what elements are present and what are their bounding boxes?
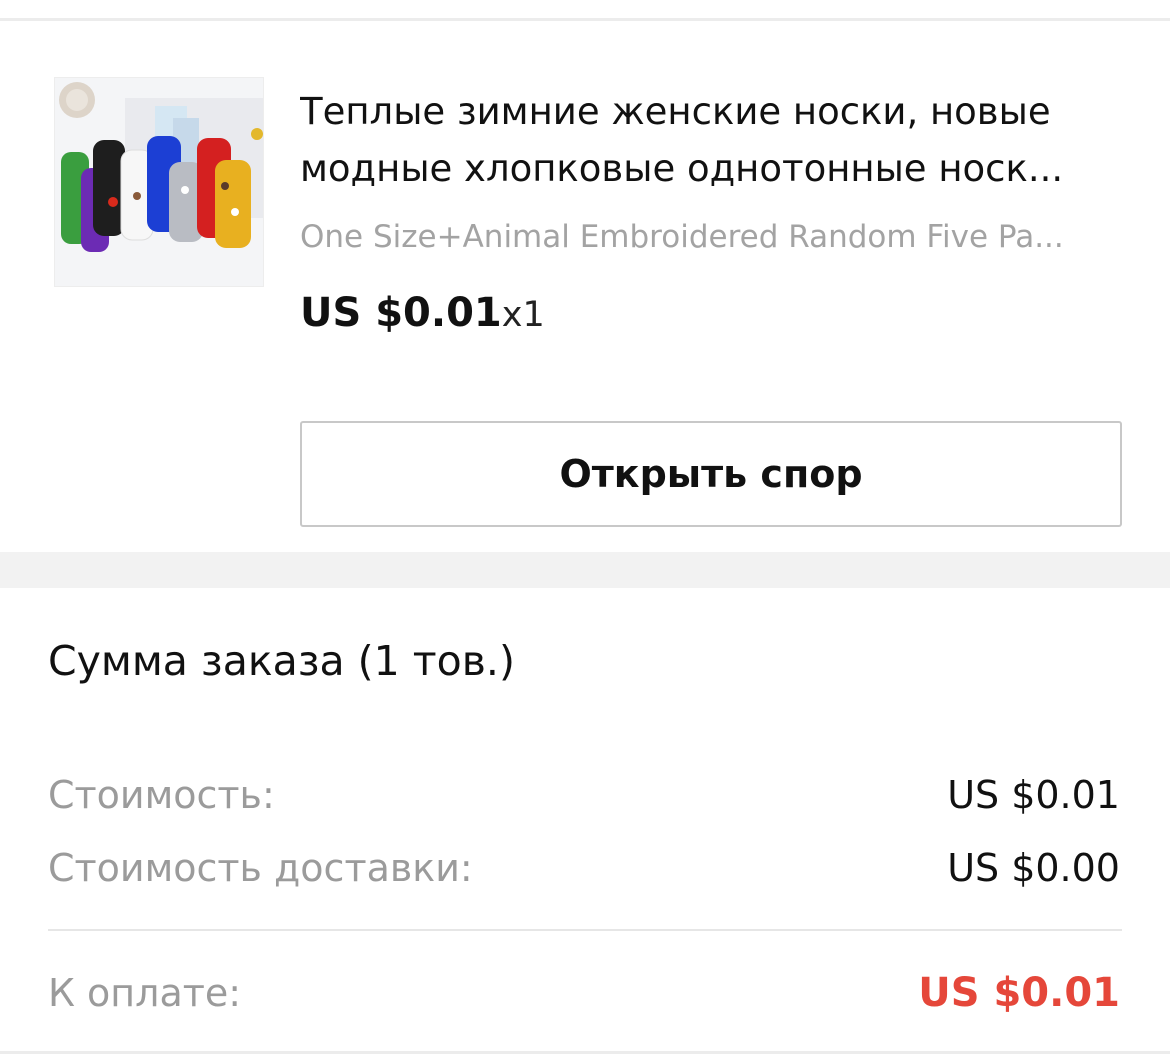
bottom-divider: [0, 1051, 1170, 1054]
product-quantity: x1: [501, 295, 545, 335]
total-label: К оплате:: [48, 971, 242, 1015]
price-row: US $0.01x1: [300, 285, 545, 343]
order-item: Теплые зимние женские носки, новые модны…: [0, 21, 1170, 552]
cost-row: Стоимость: US $0.01: [48, 770, 1120, 820]
cost-label: Стоимость:: [48, 773, 275, 817]
product-variant: One Size+Animal Embroidered Random Five …: [300, 219, 1064, 255]
section-separator: [0, 552, 1170, 588]
socks-product-photo-icon: [55, 78, 263, 286]
open-dispute-button[interactable]: Открыть спор: [300, 421, 1122, 527]
total-value: US $0.01: [918, 970, 1120, 1016]
product-title-line-2: модные хлопковые однотонные носк...: [300, 147, 1064, 190]
order-summary: Сумма заказа (1 тов.) Стоимость: US $0.0…: [0, 588, 1170, 1055]
product-price: US $0.01: [300, 290, 502, 336]
shipping-value: US $0.00: [947, 846, 1120, 890]
summary-divider: [48, 929, 1122, 931]
product-title[interactable]: Теплые зимние женские носки, новые модны…: [300, 83, 1120, 197]
product-thumbnail[interactable]: [54, 77, 264, 287]
cost-value: US $0.01: [947, 773, 1120, 817]
total-row: К оплате: US $0.01: [48, 968, 1120, 1018]
shipping-label: Стоимость доставки:: [48, 846, 473, 890]
order-summary-title: Сумма заказа (1 тов.): [48, 637, 515, 685]
product-title-line-1: Теплые зимние женские носки, новые: [300, 90, 1051, 133]
shipping-row: Стоимость доставки: US $0.00: [48, 843, 1120, 893]
